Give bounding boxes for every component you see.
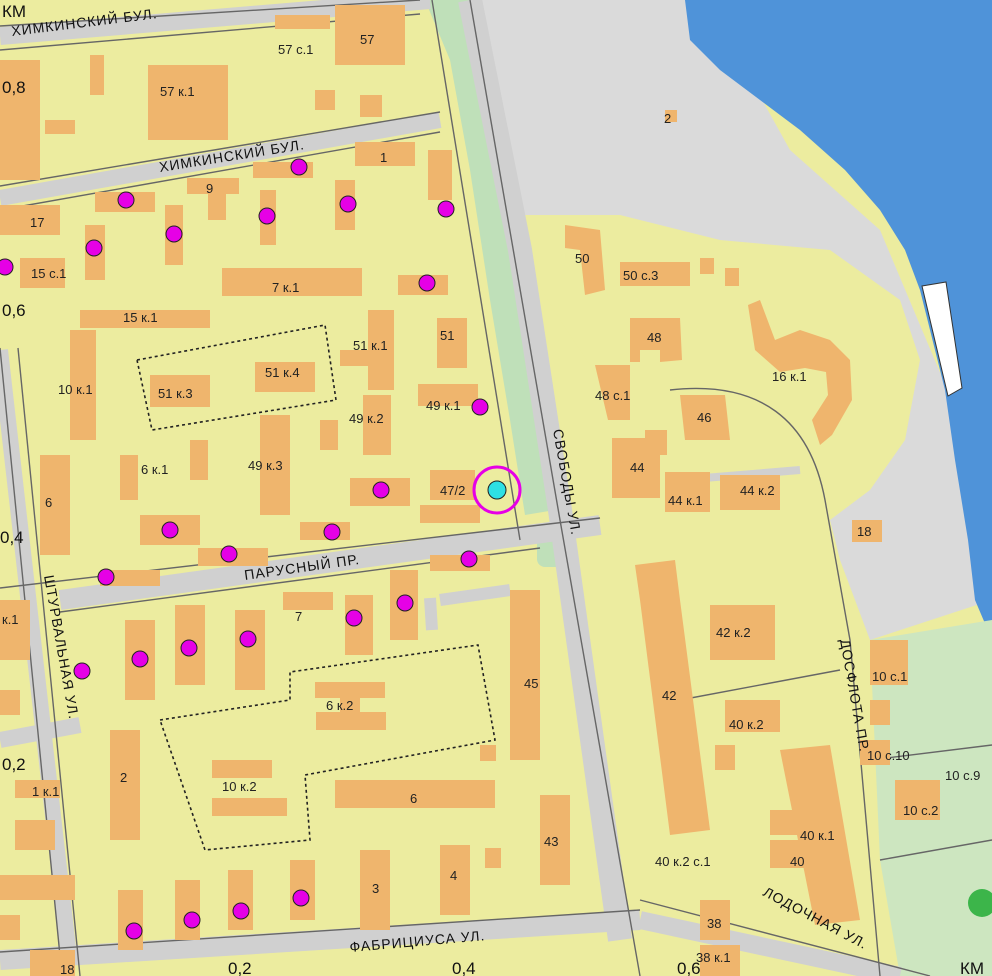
building-label: 9 <box>206 181 213 196</box>
building-label: 40 к.1 <box>800 828 835 843</box>
building-label: 16 к.1 <box>772 369 807 384</box>
scale-unit-top: КМ <box>2 2 26 21</box>
building-label: 43 <box>544 834 558 849</box>
scale-04: 0,4 <box>0 528 24 547</box>
building-label: 51 <box>440 328 454 343</box>
building-label: 48 <box>647 330 661 345</box>
building-label: 51 к.4 <box>265 365 300 380</box>
building-label: 18 <box>857 524 871 539</box>
building-label: 15 с.1 <box>31 266 66 281</box>
building-label: 50 <box>575 251 589 266</box>
building-label: 42 к.2 <box>716 625 751 640</box>
building-label: 7 к.1 <box>272 280 299 295</box>
scale-unit-bottom: КМ <box>960 959 984 976</box>
scale-06: 0,6 <box>2 301 26 320</box>
building-label: 49 к.3 <box>248 458 283 473</box>
building-label: 6 к.2 <box>326 698 353 713</box>
building-label: 38 <box>707 916 721 931</box>
building-label: 18 <box>60 962 74 976</box>
building-label: 49 к.1 <box>426 398 461 413</box>
building-label: 10 с.1 <box>872 669 907 684</box>
building-label: 42 <box>662 688 676 703</box>
building-label: 57 <box>360 32 374 47</box>
building-label: 51 к.1 <box>353 338 388 353</box>
building-label: 47/2 <box>440 483 465 498</box>
building-label: 49 к.2 <box>349 411 384 426</box>
map-canvas[interactable]: ХИМКИНСКИЙ БУЛ. ХИМКИНСКИЙ БУЛ. СВОБОДЫ … <box>0 0 992 976</box>
scale-08: 0,8 <box>2 78 26 97</box>
building-label: 50 с.3 <box>623 268 658 283</box>
building-label: 40 к.2 с.1 <box>655 854 711 869</box>
building-label: 6 к.1 <box>141 462 168 477</box>
building-label: 15 к.1 <box>123 310 158 325</box>
building-label: 10 к.1 <box>58 382 93 397</box>
building-label: 48 с.1 <box>595 388 630 403</box>
building-label: 6 <box>45 495 52 510</box>
building-label: 57 с.1 <box>278 42 313 57</box>
building-label: 3 <box>372 881 379 896</box>
building-label: 40 <box>790 854 804 869</box>
building-label: 10 к.2 <box>222 779 257 794</box>
building-label: 10 с.9 <box>945 768 980 783</box>
building-label: 7 <box>295 609 302 624</box>
scale-bottom-02: 0,2 <box>228 959 252 976</box>
building-label: 4 <box>450 868 457 883</box>
building-label: 44 <box>630 460 644 475</box>
building-label: 57 к.1 <box>160 84 195 99</box>
building-label: 6 <box>410 791 417 806</box>
building-label: 10 с.2 <box>903 803 938 818</box>
building-label: 44 к.2 <box>740 483 775 498</box>
building-label: 38 к.1 <box>696 950 731 965</box>
building-label: 2 <box>664 111 671 126</box>
building-label: 46 <box>697 410 711 425</box>
building-label: 45 <box>524 676 538 691</box>
building-label: 10 с.10 <box>867 748 910 763</box>
map-view[interactable]: ХИМКИНСКИЙ БУЛ. ХИМКИНСКИЙ БУЛ. СВОБОДЫ … <box>0 0 992 976</box>
building-label: 1 к.1 <box>32 784 59 799</box>
building-label: 51 к.3 <box>158 386 193 401</box>
building-label: 1 <box>380 150 387 165</box>
building-label: 40 к.2 <box>729 717 764 732</box>
building-label: 2 <box>120 770 127 785</box>
building-label: 44 к.1 <box>668 493 703 508</box>
building-label: 17 <box>30 215 44 230</box>
scale-02: 0,2 <box>2 755 26 774</box>
building-label: к.1 <box>2 612 19 627</box>
scale-bottom-04: 0,4 <box>452 959 476 976</box>
